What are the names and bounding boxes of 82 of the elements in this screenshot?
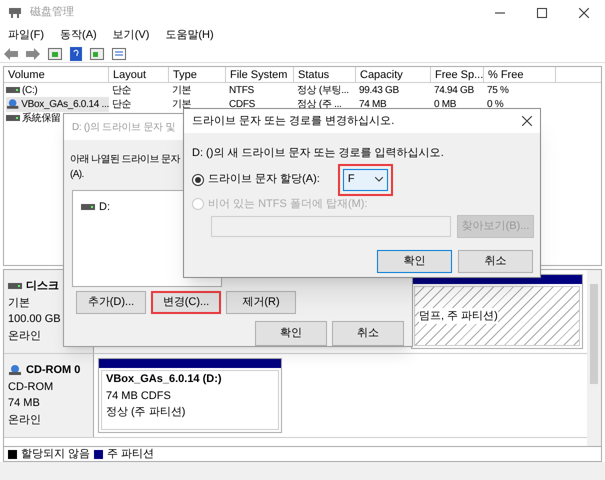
partition[interactable]: VBox_GAs_6.0.14 (D:) 74 MB CDFS 정상 (주 파티션): [98, 358, 282, 433]
close-icon[interactable]: [579, 8, 589, 18]
volume-name: (C:): [22, 84, 38, 98]
disk-size: 74 MB: [8, 396, 41, 411]
legend-label: 주 파티션: [107, 446, 154, 462]
table-cell: NTFS: [229, 84, 254, 96]
table-cell: 99.43 GB: [359, 84, 399, 96]
drive-icon: [8, 283, 22, 290]
disk-type: CD-ROM: [8, 380, 54, 394]
dialog-button[interactable]: 변경(C)...: [151, 291, 221, 314]
console-tree-icon[interactable]: [48, 48, 62, 60]
table-cell: 0 %: [487, 98, 504, 110]
table-cell: 정상 (부팅...: [297, 84, 349, 96]
column-header[interactable]: Type: [169, 67, 226, 82]
partition-title: VBox_GAs_6.0.14 (D:): [106, 372, 223, 387]
properties-icon[interactable]: [112, 48, 126, 60]
column-header[interactable]: Volume: [4, 67, 109, 82]
cd-drive-icon: [6, 98, 20, 110]
table-cell: CDFS: [229, 98, 256, 110]
dialog-button[interactable]: 취소: [332, 321, 404, 346]
table-cell: 단순: [112, 98, 132, 110]
radio-label: 드라이브 문자 할당(A):: [208, 172, 320, 188]
menu-item[interactable]: 보기(V): [112, 26, 150, 44]
dialog-button[interactable]: 추가(D)...: [76, 291, 146, 314]
forward-arrow-icon[interactable]: [26, 48, 40, 60]
dialog-text: (A).: [70, 168, 84, 182]
dialog-title: D: ()의 드라이브 문자 및: [72, 120, 175, 134]
disk-size: 100.00 GB: [8, 312, 62, 327]
table-cell: 74.94 GB: [434, 84, 474, 96]
folder-path-field[interactable]: [211, 216, 451, 237]
drive-icon: [81, 204, 95, 210]
scrollbar[interactable]: [587, 270, 601, 446]
disk-name: 디스크: [26, 279, 59, 294]
dialog-button[interactable]: 제거(R): [226, 291, 296, 314]
table-cell: 단순: [112, 84, 132, 96]
back-arrow-icon[interactable]: [4, 48, 18, 60]
volume-name: VBox_GAs_6.0.14 ...: [21, 98, 109, 112]
help-icon[interactable]: [70, 46, 82, 60]
disk-name: CD-ROM 0: [26, 363, 80, 378]
disk-type: 기본: [8, 296, 31, 310]
window-title: 磁盘管理: [30, 5, 74, 20]
list-item[interactable]: D:: [99, 199, 110, 216]
table-cell: 0 MB: [434, 98, 456, 110]
close-icon[interactable]: [522, 116, 532, 126]
drive-letter-dropdown[interactable]: F: [342, 168, 388, 190]
table-cell[interactable]: VBox_GAs_6.0.14 ...: [6, 96, 109, 112]
column-header[interactable]: Layout: [109, 67, 169, 82]
chevron-down-icon: [374, 177, 383, 182]
table-cell: 75 %: [487, 84, 509, 96]
disk-status: 온라인: [8, 328, 42, 344]
partition-info: 정상 (주 파티션): [106, 405, 186, 420]
column-header[interactable]: % Free: [484, 67, 556, 82]
partition[interactable]: 덤프, 주 파티션): [411, 274, 583, 349]
maximize-icon[interactable]: [537, 8, 547, 18]
table-cell: 기본: [172, 98, 192, 110]
partition-info: 74 MB CDFS: [106, 388, 172, 404]
action-pane-icon[interactable]: [90, 48, 104, 60]
legend-label: 할당되지 않음: [21, 446, 90, 462]
menu-item[interactable]: 도움말(H): [165, 26, 214, 44]
column-header[interactable]: Capacity: [356, 67, 431, 82]
drive-icon: [6, 115, 20, 121]
partition-info: 덤프, 주 파티션): [419, 308, 498, 324]
table-cell: 기본: [172, 84, 192, 96]
drive-icon: [6, 87, 20, 93]
dialog-text: D: ()의 새 드라이브 문자 또는 경로를 입력하십시오.: [191, 146, 445, 161]
cd-drive-icon: [8, 364, 22, 376]
menu-item[interactable]: 동작(A): [60, 26, 97, 44]
column-header[interactable]: File System: [226, 67, 294, 82]
column-header[interactable]: Status: [294, 67, 356, 82]
volume-name: 系統保留: [22, 112, 61, 126]
table-cell[interactable]: (C:): [6, 82, 109, 98]
dialog-button[interactable]: 확인: [377, 250, 452, 273]
column-header[interactable]: Free Sp...: [431, 67, 484, 82]
dialog-button[interactable]: 확인: [255, 321, 327, 346]
dialog-button[interactable]: 취소: [458, 250, 533, 273]
dialog-title: 드라이브 문자 또는 경로를 변경하십시오.: [192, 114, 396, 129]
menu-item[interactable]: 파일(F): [8, 26, 44, 44]
dropdown-value: F: [348, 172, 355, 188]
table-cell: 74 MB: [359, 98, 386, 110]
radio-button[interactable]: [192, 174, 204, 186]
disk-status: 온라인: [8, 412, 42, 428]
dialog-text: 아래 나열된 드라이브 문자: [70, 153, 180, 167]
